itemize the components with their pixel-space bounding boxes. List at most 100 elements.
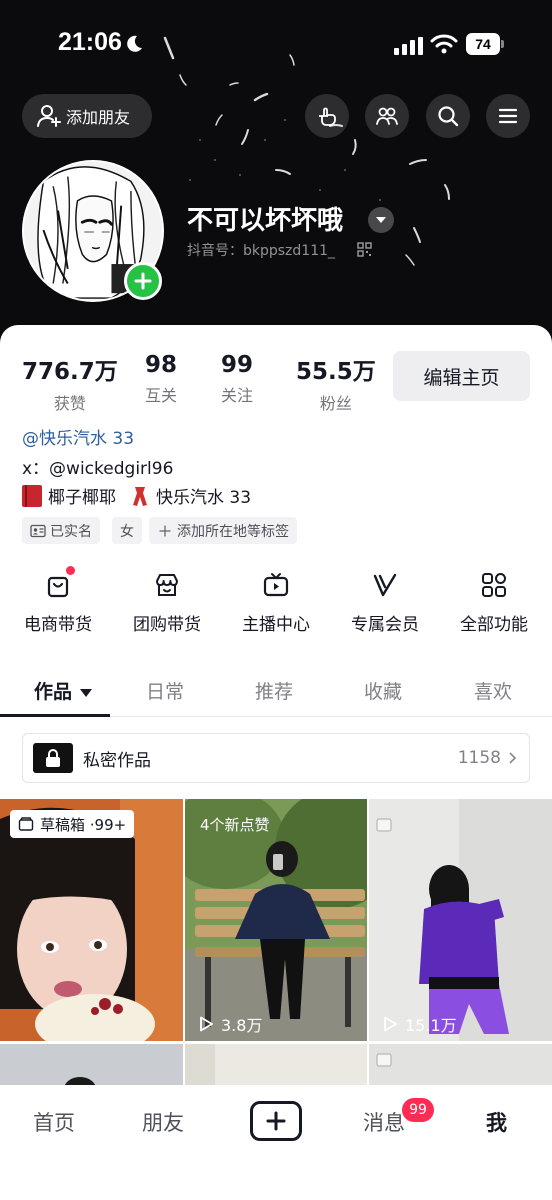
view-count-text: 3.8万 bbox=[221, 1016, 263, 1035]
nav-home[interactable]: 首页 bbox=[33, 1107, 75, 1137]
nav-friends[interactable]: 朋友 bbox=[142, 1107, 184, 1137]
plus-icon bbox=[134, 272, 152, 290]
stat-label: 获赞 bbox=[53, 394, 86, 413]
status-time: 21:06 bbox=[58, 28, 122, 56]
drafts-box-icon bbox=[18, 817, 34, 831]
play-icon bbox=[384, 1016, 397, 1032]
grid-icon bbox=[482, 573, 506, 597]
tag-label: 已实名 bbox=[50, 523, 92, 540]
func-label: 专属会员 bbox=[351, 615, 419, 635]
tab-daily[interactable]: 日常 bbox=[146, 677, 184, 704]
lock-icon bbox=[46, 749, 60, 767]
bio-mention-link[interactable]: @快乐汽水 33 bbox=[22, 424, 134, 449]
view-count-2: 15.1万 bbox=[381, 1012, 457, 1036]
tag-add-location[interactable]: 添加所在地等标签 bbox=[149, 517, 297, 544]
video-cover-image bbox=[369, 799, 552, 1041]
content-tabs: 作品 日常 推荐 收藏 喜欢 bbox=[0, 665, 552, 717]
messages-badge: 99 bbox=[402, 1098, 434, 1122]
battery-icon: 74 bbox=[466, 33, 504, 55]
bio-emoji-line: 椰子椰耶 快乐汽水 33 bbox=[22, 483, 251, 508]
func-membership[interactable]: 专属会员 bbox=[340, 570, 430, 635]
video-cover-image bbox=[369, 1044, 552, 1085]
func-label: 主播中心 bbox=[242, 615, 310, 635]
tab-label: 作品 bbox=[34, 681, 73, 703]
create-post-button[interactable] bbox=[250, 1101, 302, 1141]
notification-dot bbox=[66, 566, 75, 575]
visitors-button[interactable] bbox=[365, 94, 409, 138]
stat-followers[interactable]: 55.5万 粉丝 bbox=[296, 352, 376, 414]
add-friend-label: 添加朋友 bbox=[66, 108, 131, 127]
add-friend-button[interactable]: 添加朋友 bbox=[22, 94, 152, 138]
tv-icon bbox=[263, 573, 289, 597]
search-button[interactable] bbox=[426, 94, 470, 138]
account-switch-button[interactable] bbox=[368, 207, 394, 233]
func-label: 电商带货 bbox=[24, 615, 92, 635]
tag-gender[interactable]: 女 bbox=[112, 517, 142, 544]
battery-level: 74 bbox=[466, 33, 500, 55]
edit-profile-button[interactable]: 编辑主页 bbox=[393, 351, 530, 401]
scarf-icon bbox=[133, 486, 147, 506]
qr-code-icon[interactable] bbox=[357, 242, 372, 257]
stat-following[interactable]: 99 关注 bbox=[221, 352, 253, 406]
store-icon bbox=[156, 574, 178, 596]
video-cover-image bbox=[185, 1044, 367, 1085]
stat-likes[interactable]: 776.7万 获赞 bbox=[22, 352, 118, 414]
func-all-functions[interactable]: 全部功能 bbox=[449, 570, 539, 635]
video-cover-image bbox=[0, 1044, 183, 1085]
private-works-label: 私密作品 bbox=[83, 750, 151, 771]
video-thumbnail-5[interactable] bbox=[369, 1044, 552, 1085]
id-card-icon bbox=[30, 524, 46, 537]
wifi-icon bbox=[430, 34, 458, 54]
drafts-label: 草稿箱 ·99+ bbox=[40, 815, 127, 834]
drafts-badge[interactable]: 草稿箱 ·99+ bbox=[10, 810, 135, 838]
stat-value: 98 bbox=[145, 352, 178, 378]
tab-favorites[interactable]: 收藏 bbox=[364, 677, 402, 704]
stat-mutual[interactable]: 98 互关 bbox=[145, 352, 177, 406]
video-thumbnail-2[interactable] bbox=[369, 799, 552, 1041]
private-works-thumbnail bbox=[33, 743, 73, 773]
nav-me[interactable]: 我 bbox=[486, 1107, 507, 1137]
tag-label: 女 bbox=[120, 523, 134, 540]
stat-value: 776.7万 bbox=[22, 359, 118, 385]
stat-value: 55.5万 bbox=[296, 359, 376, 385]
gesture-button[interactable] bbox=[305, 94, 349, 138]
video-thumbnail-3[interactable] bbox=[0, 1044, 183, 1085]
nav-messages[interactable]: 消息 bbox=[363, 1107, 405, 1137]
func-ecommerce[interactable]: 电商带货 bbox=[13, 566, 103, 635]
chevron-right-icon bbox=[509, 752, 517, 764]
moon-icon bbox=[127, 35, 142, 52]
stat-label: 互关 bbox=[145, 386, 178, 405]
pointing-hand-icon bbox=[319, 107, 336, 126]
tag-verified[interactable]: 已实名 bbox=[22, 517, 100, 544]
plus-icon bbox=[266, 1111, 286, 1131]
douyin-id[interactable]: 抖音号：bkppszd111_ bbox=[187, 240, 335, 260]
video-thumbnail-1[interactable] bbox=[185, 799, 367, 1041]
people-icon bbox=[376, 107, 398, 125]
profile-header: 21:06 74 添加朋友 不可以坏坏哦 抖音号：bkppszd111_ bbox=[0, 0, 552, 345]
new-likes-label: 4个新点赞 bbox=[200, 816, 270, 834]
tab-recommended[interactable]: 推荐 bbox=[255, 677, 293, 704]
video-thumbnail-4[interactable] bbox=[185, 1044, 367, 1085]
status-bar: 21:06 74 bbox=[0, 28, 552, 62]
play-icon bbox=[200, 1016, 213, 1032]
red-book-icon bbox=[22, 484, 42, 507]
private-works-count: 1158 bbox=[457, 748, 501, 768]
triangle-down-icon bbox=[376, 217, 386, 223]
func-streamer-center[interactable]: 主播中心 bbox=[231, 570, 321, 635]
menu-button[interactable] bbox=[486, 94, 530, 138]
stat-label: 粉丝 bbox=[319, 394, 352, 413]
func-group-buy[interactable]: 团购带货 bbox=[122, 570, 212, 635]
search-icon bbox=[438, 106, 459, 127]
tab-works[interactable]: 作品 bbox=[34, 677, 93, 704]
nickname: 不可以坏坏哦 bbox=[187, 206, 344, 236]
func-label: 团购带货 bbox=[133, 615, 201, 635]
private-works-entry[interactable]: 私密作品 1158 bbox=[22, 733, 530, 783]
tab-likes[interactable]: 喜欢 bbox=[474, 677, 512, 704]
add-avatar-button[interactable] bbox=[124, 262, 162, 300]
tag-label: 添加所在地等标签 bbox=[177, 523, 289, 540]
func-label: 全部功能 bbox=[460, 615, 528, 635]
view-count-text: 15.1万 bbox=[405, 1016, 457, 1035]
plus-icon bbox=[159, 524, 171, 537]
stat-value: 99 bbox=[221, 352, 254, 378]
cellular-signal-icon bbox=[394, 37, 423, 55]
